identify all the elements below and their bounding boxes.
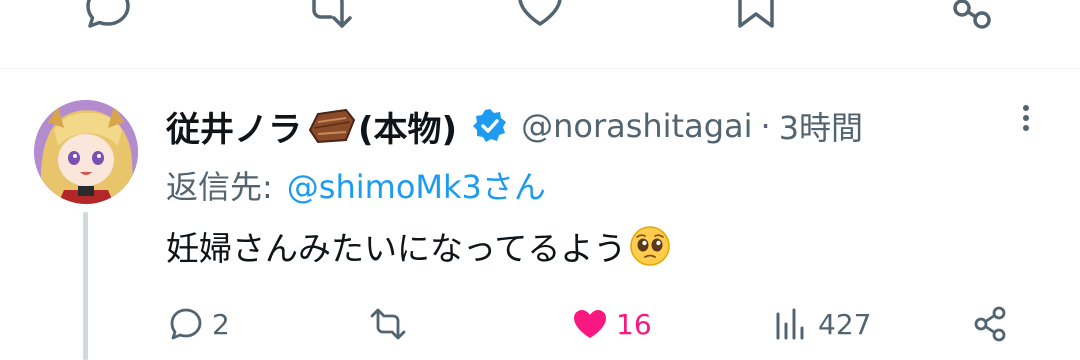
reply-icon bbox=[170, 308, 202, 340]
verified-badge-icon[interactable] bbox=[471, 107, 509, 145]
tweet-body: 妊婦さんみたいになってるよう bbox=[166, 229, 627, 268]
reply-count: 2 bbox=[212, 307, 230, 341]
share-icon[interactable] bbox=[944, 0, 1000, 34]
bookmark-icon[interactable] bbox=[728, 0, 784, 34]
view-count: 427 bbox=[818, 307, 872, 341]
retweet-button[interactable] bbox=[368, 300, 414, 348]
tweet-actions: 2 16 427 bbox=[0, 296, 1080, 352]
like-count: 16 bbox=[616, 307, 652, 341]
reply-to-label: 返信先: bbox=[166, 168, 273, 206]
tweet-text: 妊婦さんみたいになってるよう bbox=[166, 220, 672, 272]
share-icon bbox=[974, 306, 1006, 342]
reply-button[interactable]: 2 bbox=[166, 300, 230, 348]
views-button[interactable]: 427 bbox=[772, 300, 871, 348]
user-handle[interactable]: @norashitagai bbox=[521, 107, 752, 145]
analytics-icon bbox=[776, 308, 804, 340]
pleading-face-emoji-icon bbox=[628, 224, 672, 268]
retweet-icon[interactable] bbox=[300, 0, 356, 34]
like-icon[interactable] bbox=[512, 0, 568, 34]
retweet-icon bbox=[370, 308, 406, 340]
previous-tweet-actions bbox=[0, 0, 1080, 68]
reply-to-line: 返信先: @shimoMk3さん bbox=[166, 160, 546, 210]
tweet-divider bbox=[0, 68, 1080, 69]
avatar[interactable] bbox=[34, 100, 138, 204]
separator-dot: · bbox=[760, 107, 771, 145]
display-name[interactable]: 従井ノラ bbox=[166, 102, 302, 151]
reply-icon[interactable] bbox=[80, 0, 136, 34]
share-button[interactable] bbox=[970, 300, 1010, 348]
more-options-icon[interactable] bbox=[1012, 100, 1040, 140]
tweet-header: 従井ノラ (本物) @norashitagai · 3時間 bbox=[166, 98, 863, 154]
tweet-timestamp[interactable]: 3時間 bbox=[779, 103, 863, 149]
display-name-suffix[interactable]: (本物) bbox=[358, 102, 457, 151]
liked-heart-icon bbox=[574, 310, 606, 338]
reply-to-user-link[interactable]: @shimoMk3さん bbox=[287, 162, 546, 208]
tweet-page: 従井ノラ (本物) @norashitagai · 3時間 返信先: @shim… bbox=[0, 0, 1080, 360]
coffin-emoji-icon bbox=[306, 106, 356, 146]
like-button[interactable]: 16 bbox=[570, 300, 652, 348]
